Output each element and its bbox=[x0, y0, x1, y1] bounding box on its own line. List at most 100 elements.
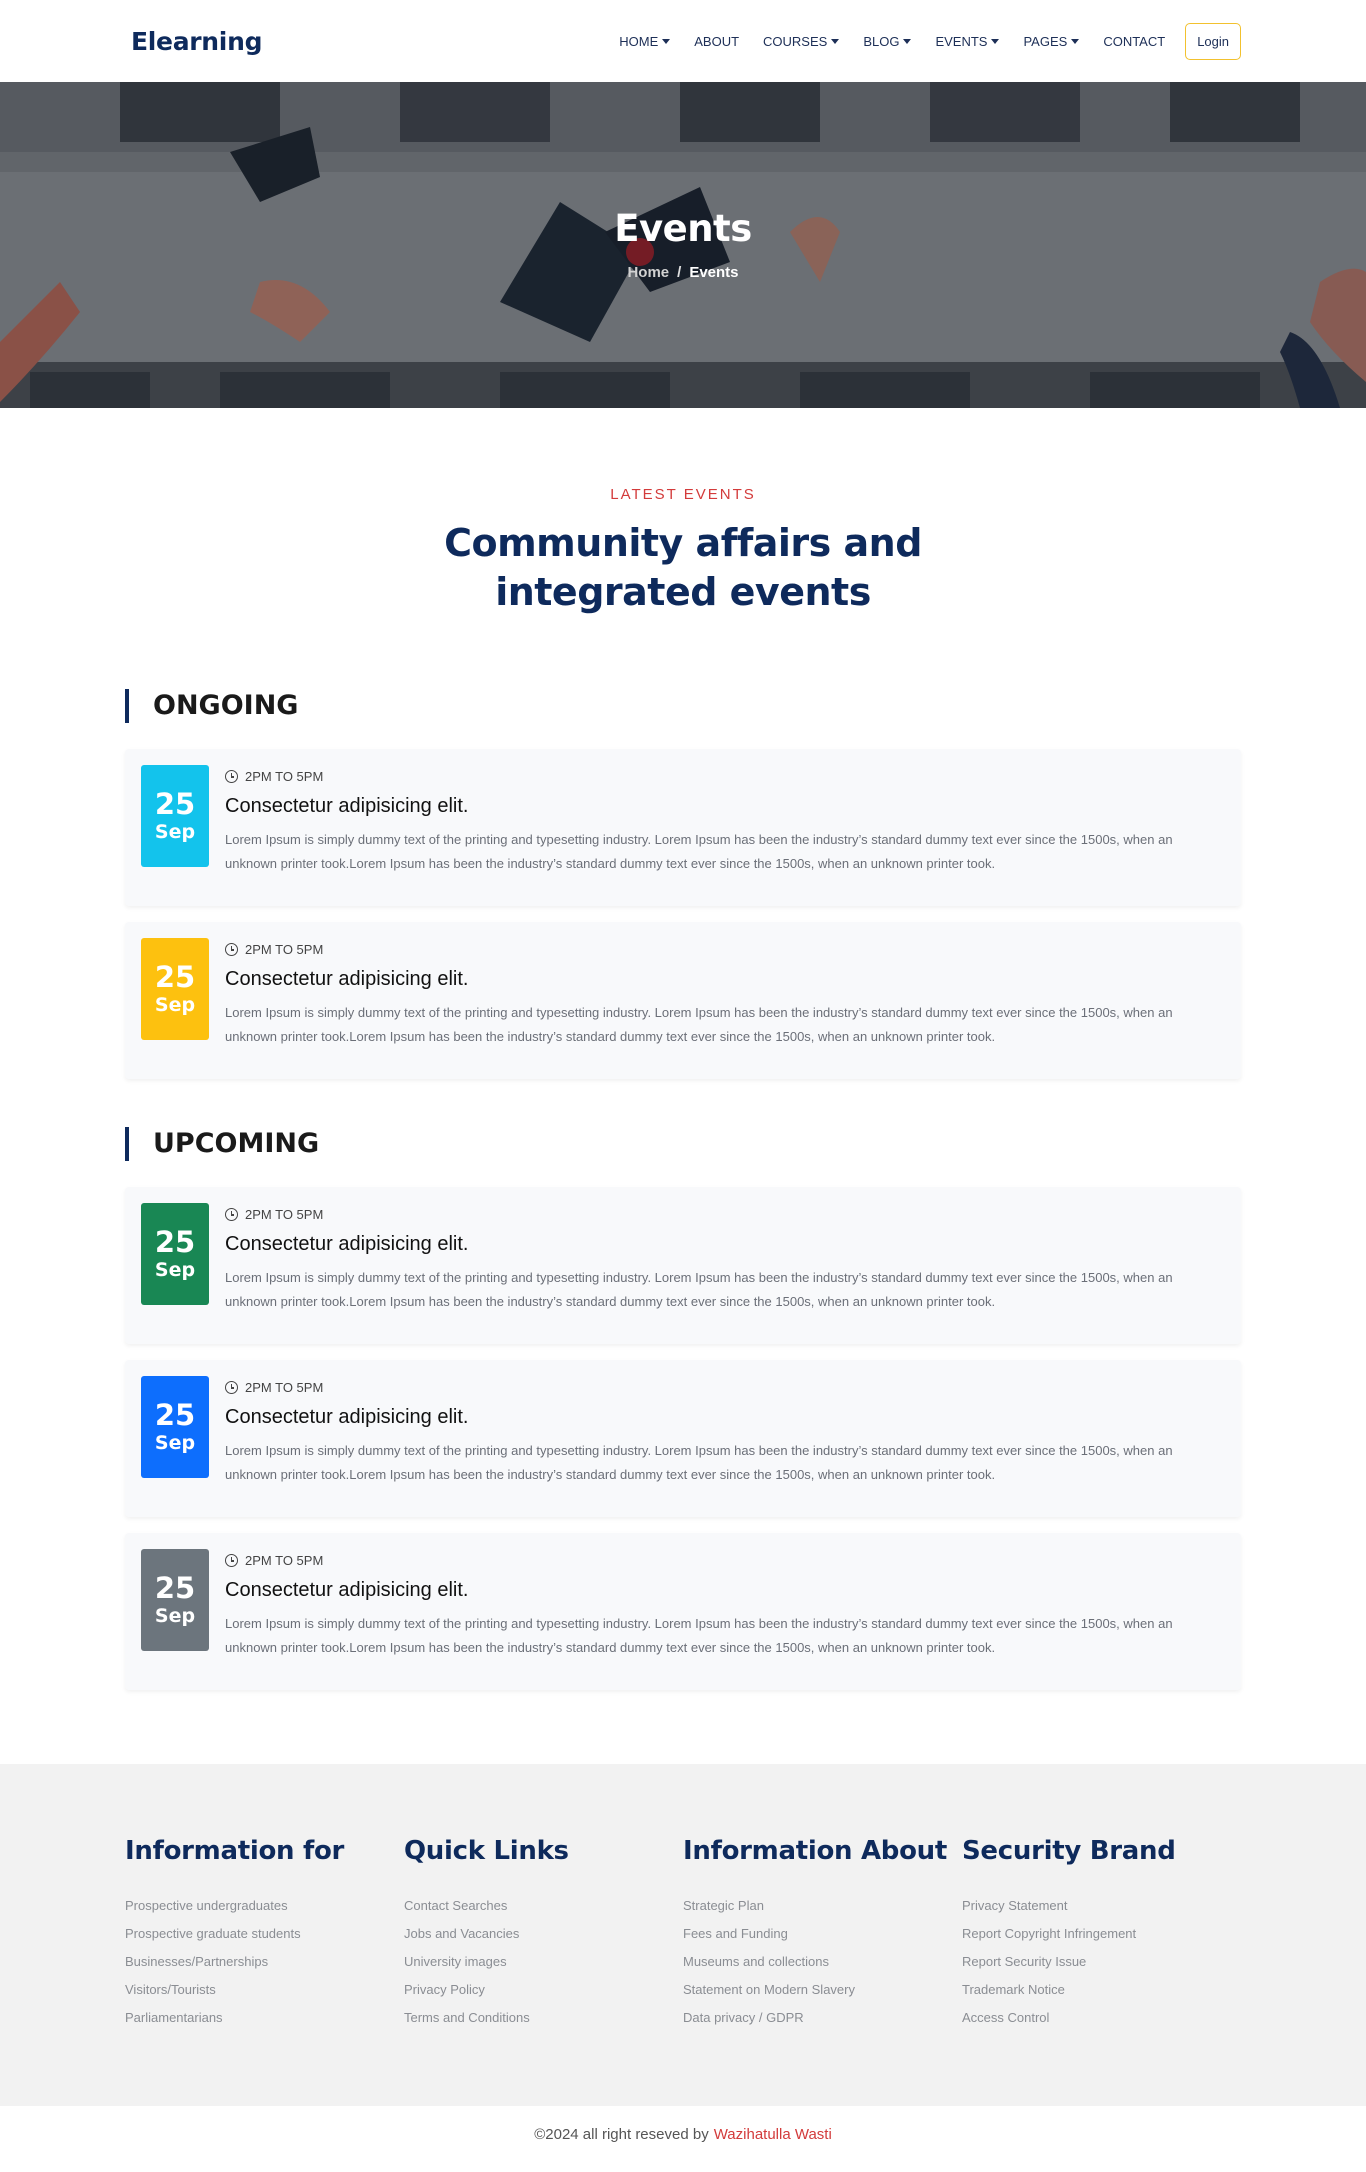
clock-icon bbox=[225, 770, 238, 783]
event-title[interactable]: Consectetur adipisicing elit. bbox=[225, 968, 1225, 991]
caret-down-icon bbox=[1071, 38, 1080, 44]
event-card[interactable]: 25 Sep 2PM TO 5PM Consectetur adipisicing e… bbox=[125, 749, 1241, 906]
section-title: Community affairs and integrated events bbox=[444, 521, 922, 614]
event-day: 25 bbox=[154, 787, 196, 821]
event-date-badge: 25 Sep bbox=[141, 765, 209, 867]
footer-link[interactable]: Museums and collections bbox=[683, 1948, 962, 1976]
footer-link[interactable]: Statement on Modern Slavery bbox=[683, 1976, 962, 2004]
event-time: 2PM TO 5PM bbox=[225, 942, 1225, 957]
nav-item-courses[interactable]: COURSES bbox=[751, 34, 851, 49]
footer-link[interactable]: Privacy Policy bbox=[404, 1976, 683, 2004]
nav-item-label: COURSES bbox=[763, 33, 828, 49]
event-body: 2PM TO 5PM Consectetur adipisicing elit. L… bbox=[225, 938, 1225, 1049]
event-time: 2PM TO 5PM bbox=[225, 1207, 1225, 1222]
event-time-text: 2PM TO 5PM bbox=[245, 769, 324, 784]
footer-link[interactable]: Privacy Statement bbox=[962, 1892, 1241, 1920]
footer-link[interactable]: Access Control bbox=[962, 2004, 1241, 2032]
footer-link[interactable]: Report Copyright Infringement bbox=[962, 1920, 1241, 1948]
footer-link[interactable]: Businesses/Partnerships bbox=[125, 1948, 404, 1976]
nav-item-contact[interactable]: CONTACT bbox=[1091, 34, 1177, 49]
footer-link[interactable]: Visitors/Tourists bbox=[125, 1976, 404, 2004]
event-title[interactable]: Consectetur adipisicing elit. bbox=[225, 1406, 1225, 1429]
footer-link[interactable]: Data privacy / GDPR bbox=[683, 2004, 962, 2032]
event-title[interactable]: Consectetur adipisicing elit. bbox=[225, 1579, 1225, 1602]
brand-logo[interactable]: Elearning bbox=[131, 27, 262, 56]
footer-column: Security Brand Privacy Statement Report Co… bbox=[962, 1836, 1241, 2032]
event-card[interactable]: 25 Sep 2PM TO 5PM Consectetur adipisicing e… bbox=[125, 1187, 1241, 1344]
page-hero: Events Home / Events bbox=[0, 82, 1366, 408]
clock-icon bbox=[225, 1554, 238, 1567]
event-time: 2PM TO 5PM bbox=[225, 1553, 1225, 1568]
event-month: Sep bbox=[154, 821, 196, 843]
group-heading-upcoming: UPCOMING bbox=[125, 1127, 1241, 1161]
footer-link[interactable]: Jobs and Vacancies bbox=[404, 1920, 683, 1948]
event-day: 25 bbox=[154, 1225, 196, 1259]
footer-column-title: Security Brand bbox=[962, 1836, 1176, 1866]
footer-link[interactable]: Prospective undergraduates bbox=[125, 1892, 404, 1920]
footer-link-list: Privacy Statement Report Copyright Infrin… bbox=[962, 1892, 1241, 2032]
footer-column: Information for Prospective undergraduate… bbox=[125, 1836, 404, 2032]
nav-item-pages[interactable]: PAGES bbox=[1011, 34, 1091, 49]
footer-link[interactable]: Strategic Plan bbox=[683, 1892, 962, 1920]
nav-item-label: BLOG bbox=[863, 33, 900, 49]
clock-icon bbox=[225, 1381, 238, 1394]
event-day: 25 bbox=[154, 1571, 196, 1605]
nav-item-events[interactable]: EVENTS bbox=[923, 34, 1011, 49]
event-body: 2PM TO 5PM Consectetur adipisicing elit. L… bbox=[225, 1376, 1225, 1487]
navbar: Elearning HOME ABOUT COURSES BLOG EVENTS PAGE… bbox=[0, 0, 1366, 82]
event-title[interactable]: Consectetur adipisicing elit. bbox=[225, 795, 1225, 818]
event-time-text: 2PM TO 5PM bbox=[245, 1207, 324, 1222]
footer-link[interactable]: University images bbox=[404, 1948, 683, 1976]
event-date-badge: 25 Sep bbox=[141, 1549, 209, 1651]
event-day: 25 bbox=[154, 960, 196, 994]
clock-icon bbox=[225, 943, 238, 956]
footer-column-title: Quick Links bbox=[404, 1836, 569, 1866]
breadcrumb: Home / Events bbox=[0, 264, 1366, 281]
event-card[interactable]: 25 Sep 2PM TO 5PM Consectetur adipisicing e… bbox=[125, 1360, 1241, 1517]
event-title[interactable]: Consectetur adipisicing elit. bbox=[225, 1233, 1225, 1256]
footer-link[interactable]: Report Security Issue bbox=[962, 1948, 1241, 1976]
copyright-bar: ©2024 all right reseved by Wazihatulla W… bbox=[0, 2106, 1366, 2162]
event-description: Lorem Ipsum is simply dummy text of the … bbox=[225, 1443, 1173, 1482]
main-nav: HOME ABOUT COURSES BLOG EVENTS PAGES CONTACT Lo… bbox=[607, 22, 1241, 60]
event-card[interactable]: 25 Sep 2PM TO 5PM Consectetur adipisicing e… bbox=[125, 1533, 1241, 1690]
footer-link[interactable]: Prospective graduate students bbox=[125, 1920, 404, 1948]
event-time-text: 2PM TO 5PM bbox=[245, 942, 324, 957]
caret-down-icon bbox=[662, 38, 671, 44]
nav-item-about[interactable]: ABOUT bbox=[682, 34, 751, 49]
footer-link[interactable]: Fees and Funding bbox=[683, 1920, 962, 1948]
footer-link-list: Prospective undergraduates Prospective gr… bbox=[125, 1892, 404, 2032]
event-time: 2PM TO 5PM bbox=[225, 769, 1225, 784]
nav-item-blog[interactable]: BLOG bbox=[851, 34, 923, 49]
breadcrumb-home-link[interactable]: Home bbox=[627, 264, 669, 281]
event-day: 25 bbox=[154, 1398, 196, 1432]
footer-link[interactable]: Trademark Notice bbox=[962, 1976, 1241, 2004]
footer-link[interactable]: Terms and Conditions bbox=[404, 2004, 683, 2032]
nav-item-label: CONTACT bbox=[1103, 33, 1166, 49]
event-date-badge: 25 Sep bbox=[141, 1203, 209, 1305]
caret-down-icon bbox=[991, 38, 1000, 44]
login-button[interactable]: Login bbox=[1185, 22, 1241, 60]
author-link[interactable]: Wazihatulla Wasti bbox=[714, 2126, 832, 2143]
event-month: Sep bbox=[154, 1605, 196, 1627]
footer: Information for Prospective undergraduate… bbox=[0, 1764, 1366, 2106]
footer-link[interactable]: Parliamentarians bbox=[125, 2004, 404, 2032]
page-title: Events bbox=[614, 207, 752, 250]
event-description: Lorem Ipsum is simply dummy text of the … bbox=[225, 832, 1173, 871]
copyright-text: ©2024 all right reseved by bbox=[534, 2125, 709, 2143]
event-description: Lorem Ipsum is simply dummy text of the … bbox=[225, 1270, 1173, 1309]
caret-down-icon bbox=[831, 38, 840, 44]
event-body: 2PM TO 5PM Consectetur adipisicing elit. L… bbox=[225, 765, 1225, 876]
events-section: LATEST EVENTS Community affairs and inte… bbox=[0, 486, 1366, 1690]
nav-item-home[interactable]: HOME bbox=[607, 34, 682, 49]
event-time-text: 2PM TO 5PM bbox=[245, 1553, 324, 1568]
event-date-badge: 25 Sep bbox=[141, 938, 209, 1040]
group-heading-ongoing: ONGOING bbox=[125, 689, 1241, 723]
event-groups: ONGOING 25 Sep 2PM TO 5PM Consectetur adipis… bbox=[125, 689, 1241, 1690]
footer-link[interactable]: Contact Searches bbox=[404, 1892, 683, 1920]
footer-column-title: Information for bbox=[125, 1836, 345, 1866]
nav-item-label: HOME bbox=[619, 33, 659, 49]
event-description: Lorem Ipsum is simply dummy text of the … bbox=[225, 1005, 1173, 1044]
event-card[interactable]: 25 Sep 2PM TO 5PM Consectetur adipisicing e… bbox=[125, 922, 1241, 1079]
breadcrumb-current: Events bbox=[689, 264, 739, 281]
